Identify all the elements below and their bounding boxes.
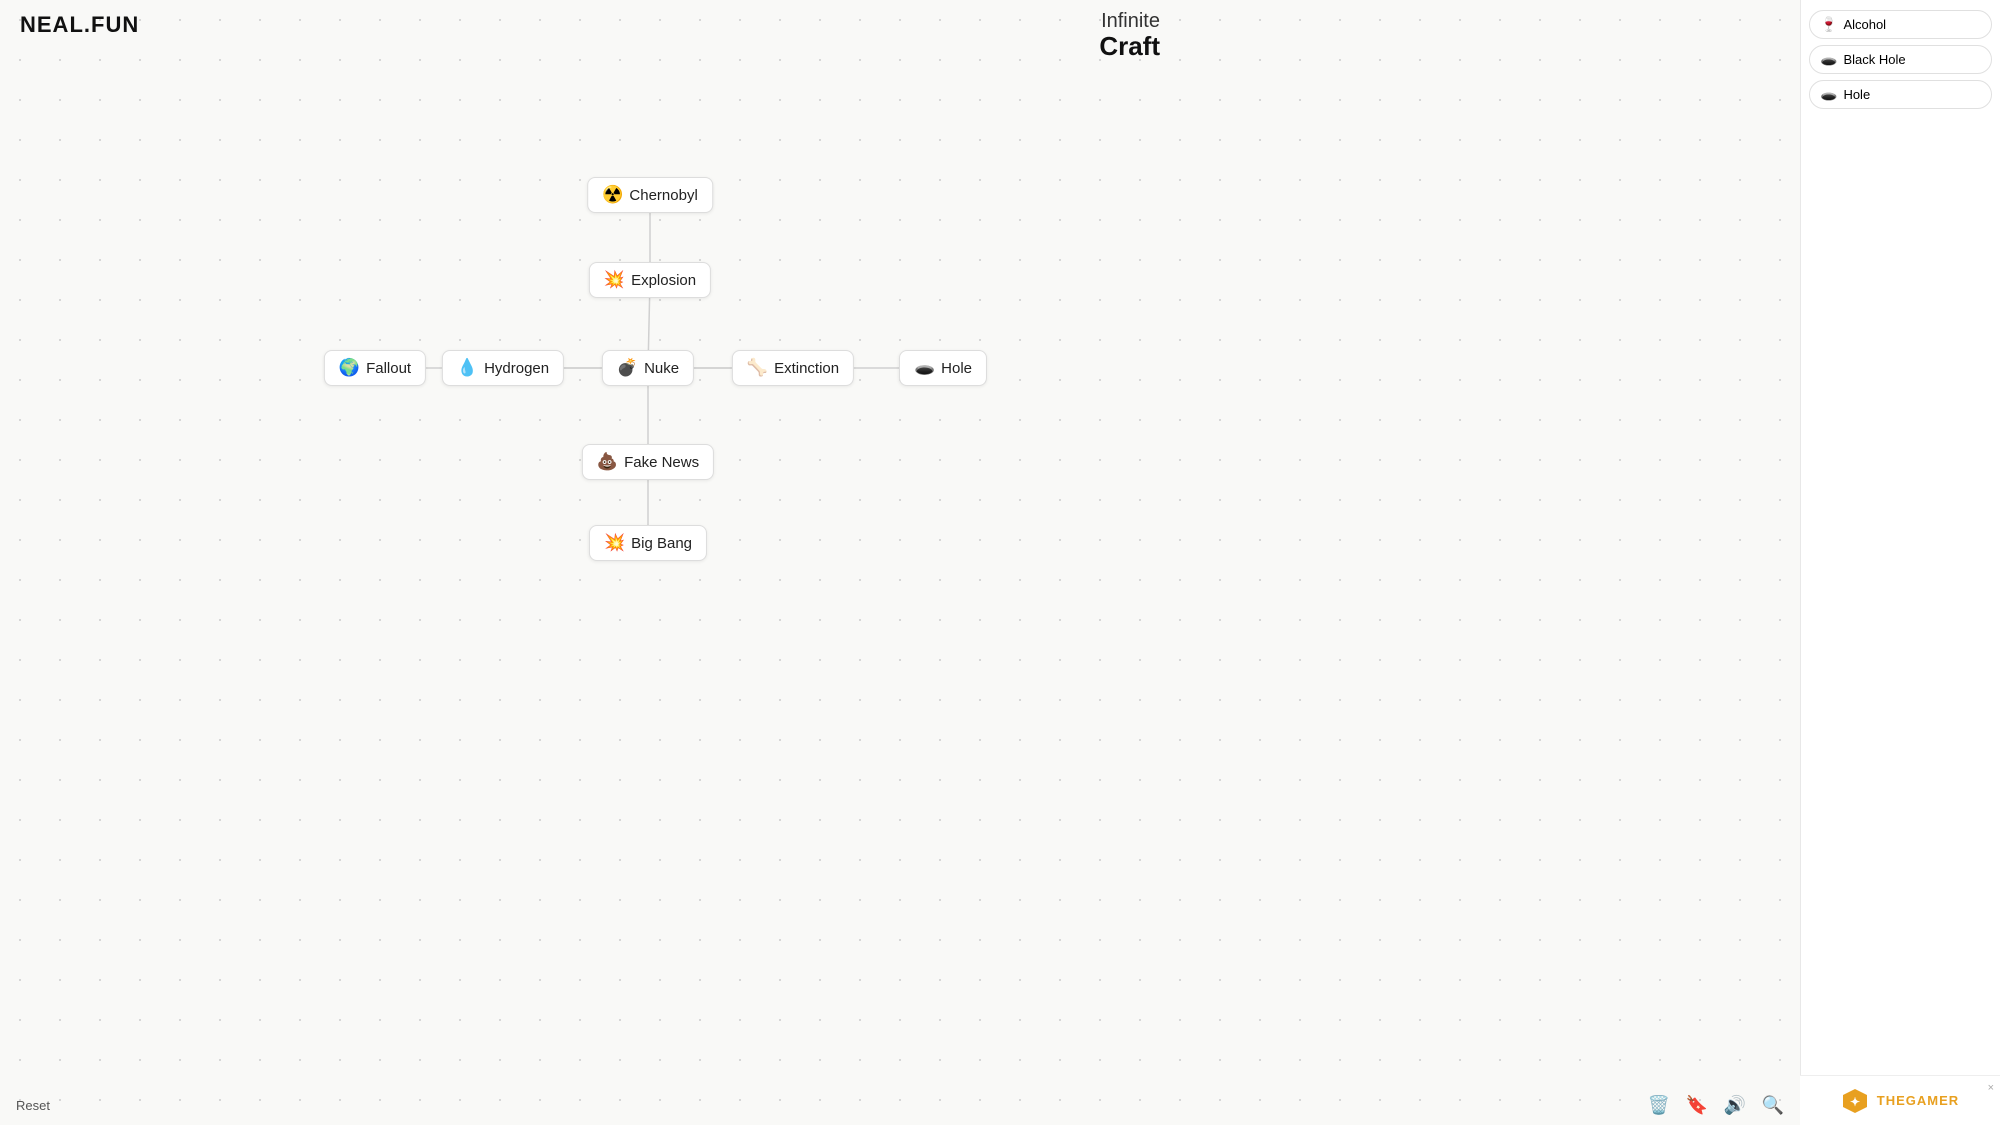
node-emoji-nuke: 💣 bbox=[617, 358, 638, 378]
reset-button[interactable]: Reset bbox=[16, 1098, 50, 1113]
node-label-hydrogen: Hydrogen bbox=[484, 360, 549, 377]
watermark-close[interactable]: × bbox=[1988, 1082, 1994, 1094]
watermark: ✦ THEGAMER × bbox=[1800, 1075, 2000, 1125]
node-emoji-extinction: 🦴 bbox=[747, 358, 768, 378]
sidebar-item-black-hole[interactable]: 🕳️ Black Hole bbox=[1809, 45, 1992, 74]
sidebar-label-black-hole: Black Hole bbox=[1843, 52, 1905, 67]
node-emoji-big-bang: 💥 bbox=[604, 533, 625, 553]
node-fake-news[interactable]: 💩 Fake News bbox=[582, 444, 714, 480]
app-title: Infinite Craft bbox=[1099, 10, 1160, 61]
node-label-chernobyl: Chernobyl bbox=[629, 187, 697, 204]
node-hole[interactable]: 🕳️ Hole bbox=[899, 350, 987, 386]
thegamer-text: THEGAMER bbox=[1877, 1093, 1959, 1108]
sidebar-emoji-hole: 🕳️ bbox=[1820, 86, 1837, 103]
node-emoji-explosion: 💥 bbox=[604, 270, 625, 290]
node-explosion[interactable]: 💥 Explosion bbox=[589, 262, 711, 298]
trash-icon[interactable]: 🗑️ bbox=[1648, 1094, 1670, 1116]
bottom-icons: 🗑️ 🔖 🔊 🔍 bbox=[1648, 1094, 1784, 1116]
node-emoji-fallout: 🌍 bbox=[339, 358, 360, 378]
node-label-fallout: Fallout bbox=[366, 360, 411, 377]
sidebar-emoji-black-hole: 🕳️ bbox=[1820, 51, 1837, 68]
node-label-fake-news: Fake News bbox=[624, 454, 699, 471]
node-extinction[interactable]: 🦴 Extinction bbox=[732, 350, 854, 386]
node-fallout[interactable]: 🌍 Fallout bbox=[324, 350, 426, 386]
node-label-nuke: Nuke bbox=[644, 360, 679, 377]
craft-canvas[interactable]: ☢️ Chernobyl 💥 Explosion 🌍 Fallout 💧 Hydrogen 💣 N… bbox=[0, 0, 1800, 1125]
bookmark-icon[interactable]: 🔖 bbox=[1686, 1094, 1708, 1116]
svg-text:✦: ✦ bbox=[1850, 1095, 1860, 1109]
logo: NEAL.FUN bbox=[20, 12, 139, 38]
node-label-extinction: Extinction bbox=[774, 360, 839, 377]
node-chernobyl[interactable]: ☢️ Chernobyl bbox=[587, 177, 713, 213]
node-emoji-hydrogen: 💧 bbox=[457, 358, 478, 378]
bottom-bar: Reset 🗑️ 🔖 🔊 🔍 bbox=[0, 1085, 1800, 1125]
node-emoji-fake-news: 💩 bbox=[597, 452, 618, 472]
node-emoji-chernobyl: ☢️ bbox=[602, 185, 623, 205]
thegamer-logo: ✦ bbox=[1841, 1087, 1869, 1115]
node-nuke[interactable]: 💣 Nuke bbox=[602, 350, 694, 386]
node-label-hole: Hole bbox=[941, 360, 972, 377]
node-big-bang[interactable]: 💥 Big Bang bbox=[589, 525, 707, 561]
node-hydrogen[interactable]: 💧 Hydrogen bbox=[442, 350, 564, 386]
node-label-big-bang: Big Bang bbox=[631, 535, 692, 552]
sidebar-emoji-alcohol: 🍷 bbox=[1820, 16, 1837, 33]
sidebar-label-alcohol: Alcohol bbox=[1843, 17, 1886, 32]
connection-lines bbox=[0, 0, 1800, 1125]
sidebar-item-alcohol[interactable]: 🍷 Alcohol bbox=[1809, 10, 1992, 39]
volume-icon[interactable]: 🔊 bbox=[1724, 1094, 1746, 1116]
sidebar: 🍷 Alcohol 🕳️ Black Hole 🕳️ Hole bbox=[1800, 0, 2000, 1125]
search-icon[interactable]: 🔍 bbox=[1762, 1094, 1784, 1116]
node-label-explosion: Explosion bbox=[631, 272, 696, 289]
sidebar-item-hole[interactable]: 🕳️ Hole bbox=[1809, 80, 1992, 109]
sidebar-label-hole: Hole bbox=[1843, 87, 1870, 102]
node-emoji-hole: 🕳️ bbox=[914, 358, 935, 378]
